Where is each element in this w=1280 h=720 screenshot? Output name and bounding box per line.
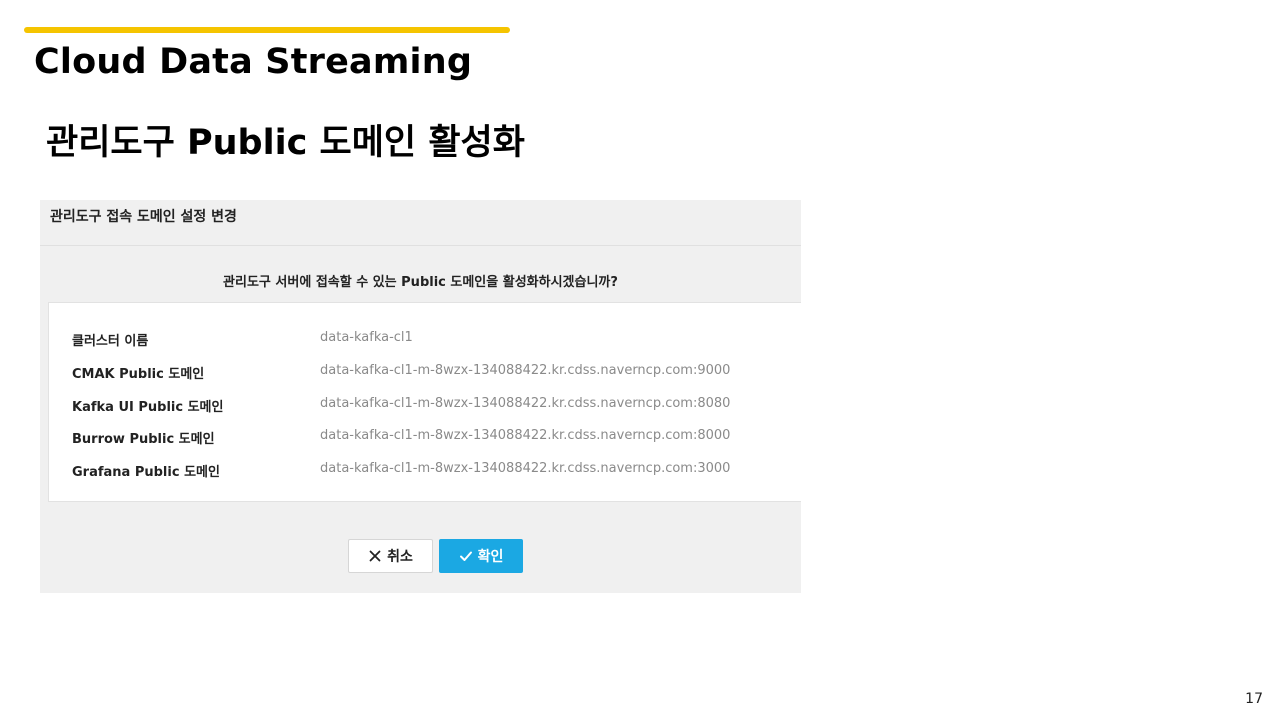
info-label: CMAK Public 도메인 — [72, 367, 205, 382]
info-label: Burrow Public 도메인 — [72, 432, 215, 447]
info-row-kafka-ui-domain: Kafka UI Public 도메인 data-kafka-cl1-m-8wz… — [49, 396, 801, 416]
dialog-header: 관리도구 접속 도메인 설정 변경 — [40, 200, 801, 246]
info-value: data-kafka-cl1-m-8wzx-134088422.kr.cdss.… — [320, 363, 731, 378]
confirm-button[interactable]: 확인 — [439, 539, 523, 573]
close-icon — [368, 549, 382, 563]
info-row-burrow-domain: Burrow Public 도메인 data-kafka-cl1-m-8wzx-… — [49, 428, 801, 448]
info-row-grafana-domain: Grafana Public 도메인 data-kafka-cl1-m-8wzx… — [49, 461, 801, 481]
info-value: data-kafka-cl1-m-8wzx-134088422.kr.cdss.… — [320, 396, 731, 411]
title-accent-bar — [24, 27, 510, 33]
slide-subtitle: 관리도구 Public 도메인 활성화 — [46, 123, 525, 163]
info-row-cluster-name: 클러스터 이름 data-kafka-cl1 — [49, 330, 801, 350]
page-number: 17 — [1245, 691, 1263, 707]
info-label: 클러스터 이름 — [72, 334, 149, 349]
cancel-button-label: 취소 — [387, 549, 413, 565]
info-value: data-kafka-cl1-m-8wzx-134088422.kr.cdss.… — [320, 428, 731, 443]
info-value: data-kafka-cl1-m-8wzx-134088422.kr.cdss.… — [320, 461, 731, 476]
info-label: Grafana Public 도메인 — [72, 465, 220, 480]
dialog-question: 관리도구 서버에 접속할 수 있는 Public 도메인을 활성화하시겠습니까? — [223, 275, 618, 290]
check-icon — [459, 549, 473, 563]
dialog-title: 관리도구 접속 도메인 설정 변경 — [50, 209, 237, 225]
confirm-button-label: 확인 — [477, 549, 504, 565]
info-label: Kafka UI Public 도메인 — [72, 400, 224, 415]
cancel-button[interactable]: 취소 — [348, 539, 433, 573]
info-row-cmak-domain: CMAK Public 도메인 data-kafka-cl1-m-8wzx-13… — [49, 363, 801, 383]
info-value: data-kafka-cl1 — [320, 330, 413, 345]
domain-settings-dialog: 관리도구 접속 도메인 설정 변경 관리도구 서버에 접속할 수 있는 Publ… — [40, 200, 801, 593]
domain-info-panel: 클러스터 이름 data-kafka-cl1 CMAK Public 도메인 d… — [48, 302, 801, 502]
slide-title: Cloud Data Streaming — [34, 42, 473, 82]
